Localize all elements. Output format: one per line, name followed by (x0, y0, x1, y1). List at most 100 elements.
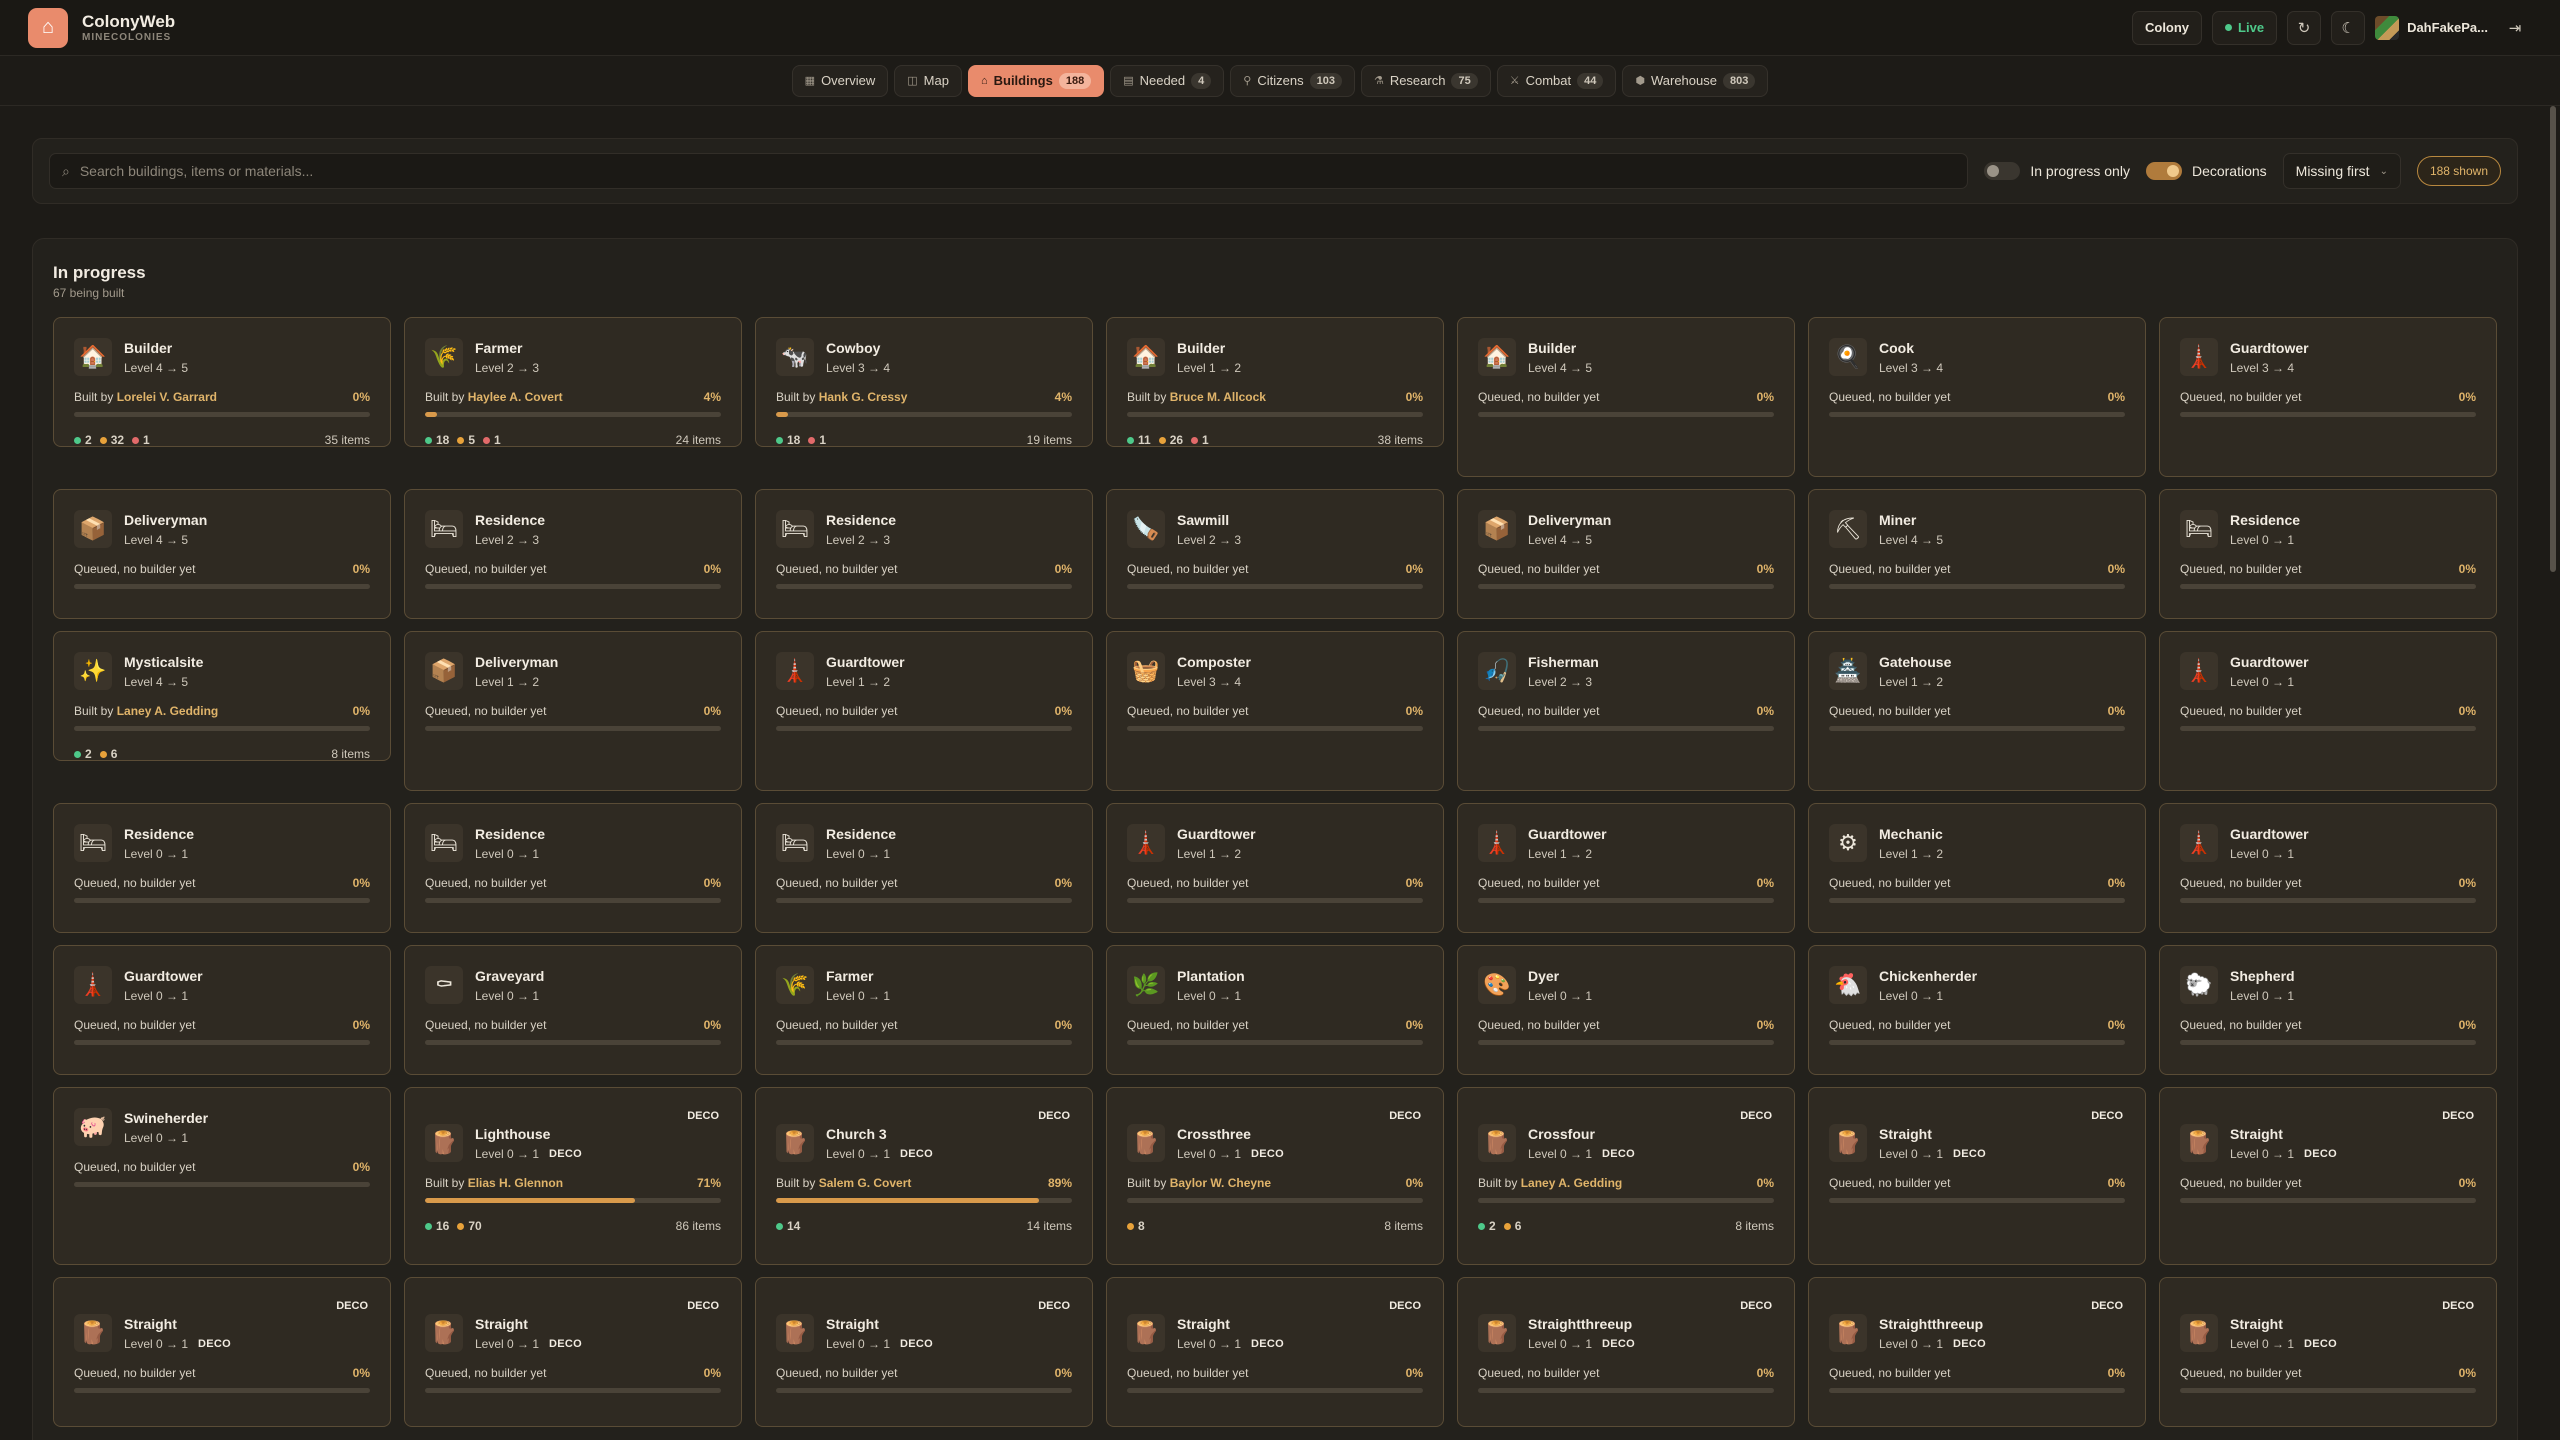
decorations-toggle[interactable]: Decorations (2145, 162, 2267, 180)
builder-name[interactable]: Baylor W. Cheyne (1170, 1176, 1271, 1190)
building-name: Builder (1177, 340, 1226, 356)
building-card[interactable]: ⚰ Graveyard Level 0 → 1 Queued, no builder … (404, 945, 742, 1075)
search-box[interactable]: ⌕ (49, 153, 1969, 189)
material-value: 11 (1138, 433, 1151, 447)
tab-overview[interactable]: ▦ Overview (791, 64, 889, 97)
building-card[interactable]: DECO 🪵 Church 3 Level 0 → 1 DECO Built by Sal… (755, 1087, 1093, 1265)
building-card[interactable]: 🗼 Guardtower Level 0 → 1 Queued, no builder… (2159, 803, 2497, 933)
status-dot-icon (74, 750, 81, 758)
builder-name[interactable]: Bruce M. Allcock (1170, 390, 1266, 404)
building-card[interactable]: 🗼 Guardtower Level 0 → 1 Queued, no builder… (53, 945, 391, 1075)
card-title-block: Mysticalsite Level 4 → 5 (124, 653, 203, 689)
tab-combat[interactable]: ⚔ Combat 44 (1496, 64, 1617, 97)
building-name: Cowboy (826, 340, 881, 356)
colony-button[interactable]: Colony (2131, 10, 2203, 45)
building-card[interactable]: DECO 🪵 Straight Level 0 → 1 DECO Queued, no b… (2159, 1277, 2497, 1427)
builder-name[interactable]: Haylee A. Covert (468, 390, 563, 404)
building-level: Level 0 → 1 DECO (475, 1147, 582, 1161)
building-card[interactable]: 🛏 Residence Level 0 → 1 Queued, no builder … (755, 803, 1093, 933)
building-card[interactable]: 🐄 Cowboy Level 3 → 4 Built by Hank G. Cress… (755, 317, 1093, 447)
progress-percent: 0% (1054, 1366, 1072, 1380)
moon-icon[interactable]: ☾ (2331, 10, 2366, 45)
building-card[interactable]: 🎨 Dyer Level 0 → 1 Queued, no builder yet 0% (1457, 945, 1795, 1075)
building-card[interactable]: 🛏 Residence Level 2 → 3 Queued, no builder … (755, 489, 1093, 619)
building-card[interactable]: DECO 🪵 Straight Level 0 → 1 DECO Queued, no b… (1808, 1087, 2146, 1265)
building-card[interactable]: 🛏 Residence Level 2 → 3 Queued, no builder … (404, 489, 742, 619)
builder-name[interactable]: Laney A. Gedding (117, 704, 219, 718)
tab-buildings[interactable]: ⌂ Buildings 188 (967, 64, 1105, 97)
material-count: 32 (99, 433, 124, 447)
building-card[interactable]: 🐔 Chickenherder Level 0 → 1 Queued, no buil… (1808, 945, 2146, 1075)
user-menu[interactable]: DahFakePa... (2375, 15, 2488, 40)
tab-warehouse[interactable]: ⬢ Warehouse 803 (1622, 64, 1769, 97)
building-card[interactable]: 🗼 Guardtower Level 1 → 2 Queued, no builder… (755, 631, 1093, 791)
builder-status: Built by Laney A. Gedding (1478, 1176, 1622, 1190)
in-progress-switch[interactable] (1984, 162, 2021, 180)
tab-citizens[interactable]: ⚲ Citizens 103 (1230, 64, 1355, 97)
brand[interactable]: ⌂ ColonyWeb MINECOLONIES (28, 7, 175, 48)
building-card[interactable]: 🛏 Residence Level 0 → 1 Queued, no builder … (53, 803, 391, 933)
building-card[interactable]: 🏠 Builder Level 1 → 2 Built by Bruce M. All… (1106, 317, 1444, 447)
building-card[interactable]: ✨ Mysticalsite Level 4 → 5 Built by Laney A… (53, 631, 391, 761)
sort-select[interactable]: Missing first ⌄ (2282, 153, 2401, 189)
building-card[interactable]: DECO 🪵 Straight Level 0 → 1 DECO Queued, no b… (1106, 1277, 1444, 1427)
material-count: 1 (483, 433, 501, 447)
building-card[interactable]: 📦 Deliveryman Level 4 → 5 Queued, no builde… (1457, 489, 1795, 619)
progress-percent: 0% (703, 704, 721, 718)
materials-row: 2 32 1 35 items (74, 433, 370, 447)
building-card[interactable]: 🗼 Guardtower Level 0 → 1 Queued, no builder… (2159, 631, 2497, 791)
level-text: Level 1 → 2 (1879, 847, 1944, 861)
builder-status: Queued, no builder yet (1478, 1366, 1600, 1380)
building-card[interactable]: 🐑 Shepherd Level 0 → 1 Queued, no builder y… (2159, 945, 2497, 1075)
decorations-switch[interactable] (2145, 162, 2182, 180)
builder-name[interactable]: Lorelei V. Garrard (117, 390, 217, 404)
in-progress-toggle[interactable]: In progress only (1984, 162, 2130, 180)
building-card[interactable]: 📦 Deliveryman Level 4 → 5 Queued, no builde… (53, 489, 391, 619)
building-card[interactable]: DECO 🪵 Straight Level 0 → 1 DECO Queued, no b… (53, 1277, 391, 1427)
status-row: Queued, no builder yet 0% (74, 1366, 370, 1380)
building-card[interactable]: 🌾 Farmer Level 2 → 3 Built by Haylee A. Cov… (404, 317, 742, 447)
building-card[interactable]: 🏯 Gatehouse Level 1 → 2 Queued, no builder … (1808, 631, 2146, 791)
refresh-icon[interactable]: ↻ (2287, 10, 2322, 45)
building-card[interactable]: ⛏ Miner Level 4 → 5 Queued, no builder yet 0… (1808, 489, 2146, 619)
building-card[interactable]: DECO 🪵 Crossfour Level 0 → 1 DECO Built by La… (1457, 1087, 1795, 1265)
builder-name[interactable]: Salem G. Covert (819, 1176, 912, 1190)
building-card[interactable]: DECO 🪵 Lighthouse Level 0 → 1 DECO Built by E… (404, 1087, 742, 1265)
status-row: Queued, no builder yet 0% (74, 1160, 370, 1174)
building-card[interactable]: DECO 🪵 Straightthreeup Level 0 → 1 DECO Queue… (1808, 1277, 2146, 1427)
tab-map[interactable]: ◫ Map (894, 64, 962, 97)
building-card[interactable]: DECO 🪵 Straightthreeup Level 0 → 1 DECO Queue… (1457, 1277, 1795, 1427)
building-card[interactable]: 🏠 Builder Level 4 → 5 Queued, no builder ye… (1457, 317, 1795, 477)
building-card[interactable]: 🌿 Plantation Level 0 → 1 Queued, no builder… (1106, 945, 1444, 1075)
tab-needed[interactable]: ▤ Needed 4 (1110, 64, 1225, 97)
building-card[interactable]: 🧺 Composter Level 3 → 4 Queued, no builder … (1106, 631, 1444, 791)
building-card[interactable]: 🛏 Residence Level 0 → 1 Queued, no builder … (404, 803, 742, 933)
building-card[interactable]: 🌾 Farmer Level 0 → 1 Queued, no builder yet… (755, 945, 1093, 1075)
building-card[interactable]: DECO 🪵 Straight Level 0 → 1 DECO Queued, no b… (755, 1277, 1093, 1427)
search-input[interactable] (79, 163, 1956, 179)
builder-name[interactable]: Elias H. Glennon (468, 1176, 563, 1190)
tab-research[interactable]: ⚗ Research 75 (1360, 64, 1491, 97)
building-card[interactable]: 🗼 Guardtower Level 1 → 2 Queued, no builder… (1106, 803, 1444, 933)
building-card[interactable]: 🗼 Guardtower Level 1 → 2 Queued, no builder… (1457, 803, 1795, 933)
building-card[interactable]: DECO 🪵 Straight Level 0 → 1 DECO Queued, no b… (2159, 1087, 2497, 1265)
building-card[interactable]: 📦 Deliveryman Level 1 → 2 Queued, no builde… (404, 631, 742, 791)
logout-icon[interactable]: ⇥ (2498, 11, 2532, 45)
building-level: Level 2 → 3 (475, 533, 545, 547)
clipboard-icon: ▤ (1123, 75, 1134, 87)
building-card[interactable]: 🗼 Guardtower Level 3 → 4 Queued, no builder… (2159, 317, 2497, 477)
building-card[interactable]: 🍳 Cook Level 3 → 4 Queued, no builder yet 0% (1808, 317, 2146, 477)
building-card[interactable]: 🛏 Residence Level 0 → 1 Queued, no builder … (2159, 489, 2497, 619)
builder-name[interactable]: Hank G. Cressy (819, 390, 908, 404)
building-card[interactable]: DECO 🪵 Straight Level 0 → 1 DECO Queued, no b… (404, 1277, 742, 1427)
building-card[interactable]: 🪚 Sawmill Level 2 → 3 Queued, no builder ye… (1106, 489, 1444, 619)
progress-bar (1829, 1388, 2125, 1393)
building-card[interactable]: 🏠 Builder Level 4 → 5 Built by Lorelei V. G… (53, 317, 391, 447)
scrollbar[interactable] (2550, 106, 2556, 572)
progress-percent: 0% (1054, 704, 1072, 718)
building-card[interactable]: ⚙ Mechanic Level 1 → 2 Queued, no builder y… (1808, 803, 2146, 933)
building-card[interactable]: DECO 🪵 Crossthree Level 0 → 1 DECO Built by B… (1106, 1087, 1444, 1265)
building-card[interactable]: 🐖 Swineherder Level 0 → 1 Queued, no builde… (53, 1087, 391, 1265)
building-card[interactable]: 🎣 Fisherman Level 2 → 3 Queued, no builder … (1457, 631, 1795, 791)
builder-name[interactable]: Laney A. Gedding (1521, 1176, 1623, 1190)
